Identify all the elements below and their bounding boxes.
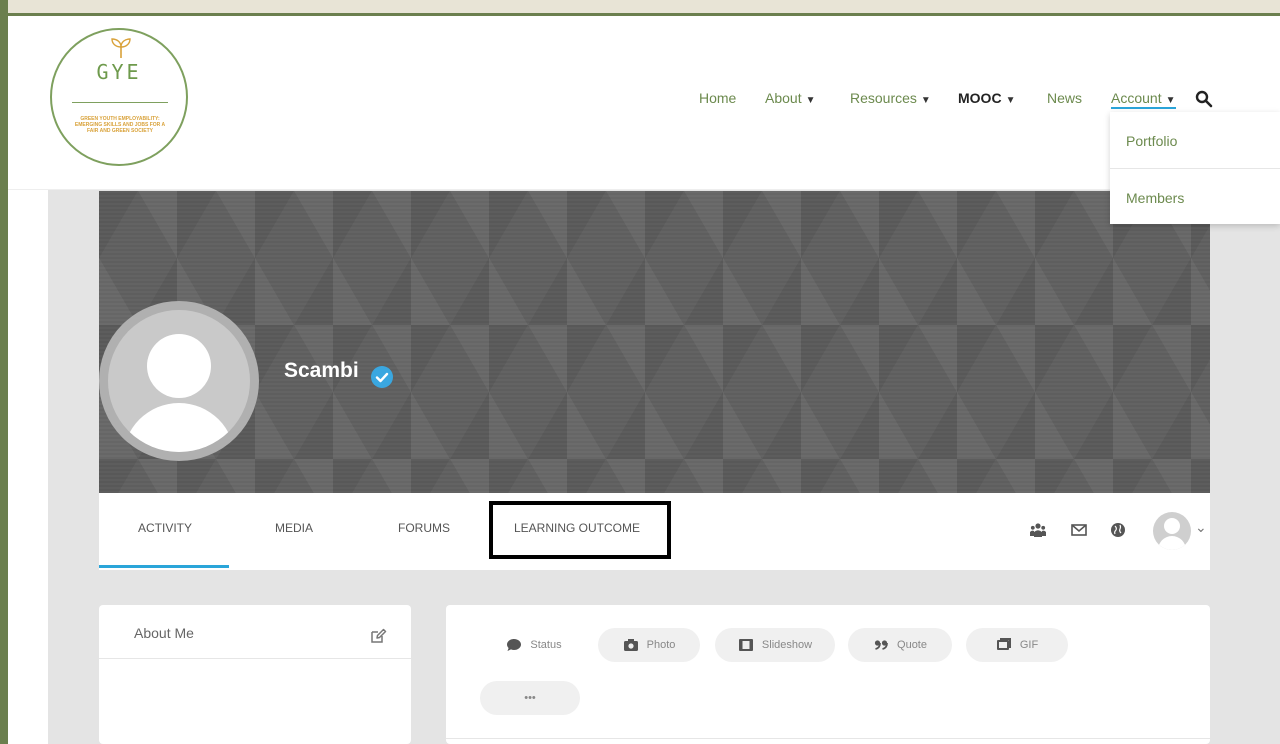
gif-label: GIF bbox=[1019, 639, 1039, 651]
photo-label: Photo bbox=[646, 639, 676, 651]
mini-avatar-head bbox=[1164, 518, 1180, 534]
logo-tagline: GREEN YOUTH EMPLOYABILITY: EMERGING SKIL… bbox=[74, 116, 166, 134]
speech-bubble-icon bbox=[507, 639, 522, 651]
nav-news-label: News bbox=[1047, 90, 1083, 106]
groups-icon[interactable] bbox=[1029, 521, 1047, 539]
logo-wordmark: GYE bbox=[96, 60, 142, 84]
menu-item-members[interactable]: Members bbox=[1110, 168, 1280, 224]
nav-home[interactable]: Home bbox=[699, 90, 736, 106]
chevron-down-icon: ▼ bbox=[1165, 95, 1176, 106]
globe-icon[interactable] bbox=[1109, 521, 1127, 539]
composer-divider bbox=[446, 738, 1210, 739]
menu-item-portfolio[interactable]: Portfolio bbox=[1110, 112, 1280, 168]
main-nav: Home About ▼ Resources ▼ MOOC ▼ News Accoun… bbox=[8, 90, 1280, 110]
nav-mooc-label: MOOC bbox=[958, 90, 1002, 106]
frame-top-border bbox=[0, 0, 1280, 16]
quote-label: Quote bbox=[897, 639, 927, 651]
learning-outcome-highlight-box bbox=[489, 501, 671, 559]
profile-avatar[interactable] bbox=[99, 301, 259, 461]
about-me-title: About Me bbox=[134, 625, 194, 641]
nav-home-label: Home bbox=[699, 90, 737, 106]
post-composer-card: Status Photo Slideshow Quote GIF ••• bbox=[446, 605, 1210, 744]
camera-icon bbox=[623, 639, 638, 651]
site-header: GYE GREEN YOUTH EMPLOYABILITY: EMERGING … bbox=[8, 16, 1280, 224]
about-me-card: About Me bbox=[99, 605, 411, 744]
gif-button[interactable]: GIF bbox=[966, 628, 1068, 662]
search-icon[interactable] bbox=[1195, 90, 1213, 108]
nav-resources[interactable]: Resources ▼ bbox=[850, 90, 931, 106]
slideshow-button[interactable]: Slideshow bbox=[715, 628, 835, 662]
nav-account-label: Account bbox=[1111, 90, 1162, 106]
user-avatar-icon[interactable] bbox=[1153, 512, 1191, 550]
tab-media[interactable]: MEDIA bbox=[275, 521, 313, 535]
slideshow-label: Slideshow bbox=[761, 639, 813, 651]
avatar-head-shape bbox=[147, 334, 211, 398]
chevron-down-icon[interactable]: ⌄ bbox=[1195, 519, 1207, 536]
tab-activity[interactable]: ACTIVITY bbox=[138, 521, 192, 535]
profile-cover-image bbox=[99, 191, 1210, 493]
edit-icon[interactable] bbox=[369, 627, 387, 645]
photo-button[interactable]: Photo bbox=[598, 628, 700, 662]
frame-left-border bbox=[0, 0, 8, 744]
profile-username: Scambi bbox=[284, 359, 359, 382]
nav-mooc[interactable]: MOOC ▼ bbox=[958, 90, 1015, 106]
nav-news[interactable]: News bbox=[1047, 90, 1082, 106]
more-options-label: ••• bbox=[524, 692, 536, 704]
mini-avatar-body bbox=[1158, 536, 1186, 550]
quote-icon bbox=[874, 640, 888, 650]
quote-button[interactable]: Quote bbox=[848, 628, 952, 662]
mail-icon[interactable] bbox=[1070, 521, 1088, 539]
account-dropdown-menu: Portfolio Members bbox=[1110, 112, 1280, 224]
verified-badge-icon bbox=[371, 366, 393, 388]
nav-about-label: About bbox=[765, 90, 802, 106]
chevron-down-icon: ▼ bbox=[1005, 95, 1016, 106]
active-tab-underline bbox=[99, 565, 229, 568]
nav-resources-label: Resources bbox=[850, 90, 917, 106]
status-label: Status bbox=[530, 639, 562, 651]
nav-about[interactable]: About ▼ bbox=[765, 90, 816, 106]
chevron-down-icon: ▼ bbox=[805, 95, 816, 106]
nav-account[interactable]: Account ▼ bbox=[1111, 90, 1176, 109]
status-button[interactable]: Status bbox=[484, 628, 584, 662]
about-divider bbox=[99, 658, 411, 659]
sprout-icon bbox=[111, 38, 131, 58]
chevron-down-icon: ▼ bbox=[920, 95, 931, 106]
film-icon bbox=[738, 639, 753, 651]
gif-icon bbox=[996, 638, 1011, 650]
page: GYE GREEN YOUTH EMPLOYABILITY: EMERGING … bbox=[8, 16, 1280, 744]
profile-tabs-bar: ACTIVITY MEDIA FORUMS LEARNING OUTCOME ⌄ bbox=[99, 493, 1210, 570]
more-options-button[interactable]: ••• bbox=[480, 681, 580, 715]
tab-forums[interactable]: FORUMS bbox=[398, 521, 450, 535]
